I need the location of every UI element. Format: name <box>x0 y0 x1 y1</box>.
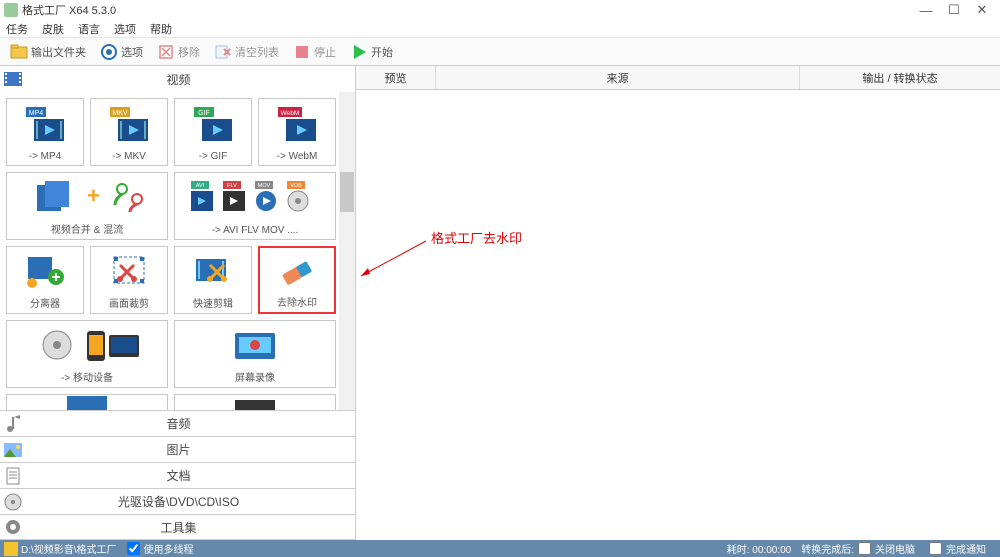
sidebar-scrollbar[interactable] <box>339 92 355 410</box>
mp4-cell[interactable]: MP4 -> MP4 <box>6 98 84 166</box>
clear-list-icon <box>214 43 232 61</box>
category-toolset-header[interactable]: 工具集 <box>0 514 355 540</box>
remove-icon <box>157 43 175 61</box>
menu-skin[interactable]: 皮肤 <box>42 21 64 37</box>
clear-list-button[interactable]: 清空列表 <box>208 41 285 63</box>
svg-text:GIF: GIF <box>198 110 210 117</box>
menu-options[interactable]: 选项 <box>114 21 136 37</box>
notify-label: 完成通知 <box>946 541 986 556</box>
svg-text:MKV: MKV <box>112 110 128 117</box>
status-time: 耗时: 00:00:00 <box>727 541 791 556</box>
status-bar: D:\视频影音\格式工厂 使用多线程 耗时: 00:00:00 转换完成后: 关… <box>0 540 1000 557</box>
close-button[interactable]: ✕ <box>968 2 996 18</box>
options-icon <box>100 43 118 61</box>
toolset-category-icon <box>2 516 24 538</box>
document-category-icon <box>2 465 24 487</box>
options-button[interactable]: 选项 <box>94 41 149 63</box>
stop-icon <box>293 43 311 61</box>
window-title: 格式工厂 X64 5.3.0 <box>22 2 116 18</box>
svg-text:AVI: AVI <box>196 183 205 189</box>
mp4-icon: MP4 <box>7 99 83 151</box>
sidebar: 视频 MP4 -> MP4 MKV -> MKV <box>0 66 356 540</box>
mkv-cell[interactable]: MKV -> MKV <box>90 98 168 166</box>
merge-mix-icon: + <box>7 173 167 221</box>
maximize-button[interactable]: ☐ <box>940 2 968 18</box>
menu-help[interactable]: 帮助 <box>150 21 172 37</box>
start-icon <box>350 43 368 61</box>
category-document-header[interactable]: 文档 <box>0 462 355 488</box>
avi-flv-mov-cell[interactable]: AVI FLV MOV VOB -> AVI FLV MOV .... <box>174 172 336 240</box>
quick-cut-icon <box>175 247 251 295</box>
remove-watermark-cell[interactable]: 去除水印 <box>258 246 336 314</box>
col-preview[interactable]: 预览 <box>356 66 436 89</box>
image-category-icon <box>2 439 24 461</box>
svg-text:MP4: MP4 <box>29 110 44 117</box>
video-category-icon <box>2 68 24 90</box>
eraser-icon <box>260 248 334 294</box>
notify-checkbox[interactable] <box>929 542 942 555</box>
output-folder-button[interactable]: 输出文件夹 <box>4 41 92 63</box>
title-bar: 格式工厂 X64 5.3.0 — ☐ ✕ <box>0 0 1000 20</box>
svg-text:MOV: MOV <box>258 183 271 189</box>
video-grid: MP4 -> MP4 MKV -> MKV GIF -> GIF <box>0 92 355 410</box>
annotation-arrow <box>356 236 436 286</box>
app-icon <box>4 3 18 17</box>
menu-language[interactable]: 语言 <box>78 21 100 37</box>
content-area: 预览 来源 输出 / 转换状态 格式工厂去水印 <box>356 66 1000 540</box>
shutdown-checkbox[interactable] <box>858 542 871 555</box>
disc-category-icon <box>2 491 24 513</box>
crop-cell[interactable]: 画面裁剪 <box>90 246 168 314</box>
gif-icon: GIF <box>175 99 251 151</box>
svg-text:WebM: WebM <box>281 110 300 117</box>
col-source[interactable]: 来源 <box>436 66 800 89</box>
status-path[interactable]: D:\视频影音\格式工厂 <box>21 541 117 556</box>
remove-button[interactable]: 移除 <box>151 41 206 63</box>
svg-text:VOB: VOB <box>290 183 302 189</box>
menu-task[interactable]: 任务 <box>6 21 28 37</box>
multithread-checkbox[interactable] <box>127 542 140 555</box>
after-convert-label: 转换完成后: <box>801 541 854 556</box>
splitter-cell[interactable]: 分离器 <box>6 246 84 314</box>
gif-cell[interactable]: GIF -> GIF <box>174 98 252 166</box>
mobile-cell[interactable]: -> 移动设备 <box>6 320 168 388</box>
audio-category-icon <box>2 413 24 435</box>
category-video-header[interactable]: 视频 <box>0 66 355 92</box>
screen-rec-cell[interactable]: 屏幕录像 <box>174 320 336 388</box>
status-folder-icon <box>4 542 18 556</box>
category-audio-header[interactable]: 音频 <box>0 410 355 436</box>
folder-open-icon <box>10 43 28 61</box>
screen-rec-icon <box>175 321 335 369</box>
svg-text:FLV: FLV <box>227 183 237 189</box>
quick-cut-cell[interactable]: 快速剪辑 <box>174 246 252 314</box>
partial-cell-1[interactable] <box>6 394 168 410</box>
partial-cell-2[interactable] <box>174 394 336 410</box>
col-output-status[interactable]: 输出 / 转换状态 <box>800 66 1000 89</box>
stop-button[interactable]: 停止 <box>287 41 342 63</box>
minimize-button[interactable]: — <box>912 3 940 18</box>
multithread-label: 使用多线程 <box>144 541 194 556</box>
mobile-icon <box>7 321 167 369</box>
mkv-icon: MKV <box>91 99 167 151</box>
shutdown-label: 关闭电脑 <box>875 541 915 556</box>
start-button[interactable]: 开始 <box>344 41 399 63</box>
crop-icon <box>91 247 167 295</box>
menu-bar: 任务 皮肤 语言 选项 帮助 <box>0 20 1000 38</box>
splitter-icon <box>7 247 83 295</box>
svg-text:+: + <box>87 183 100 208</box>
avi-flv-mov-icon: AVI FLV MOV VOB <box>175 173 335 225</box>
webm-cell[interactable]: WebM -> WebM <box>258 98 336 166</box>
column-headers: 预览 来源 输出 / 转换状态 <box>356 66 1000 90</box>
webm-icon: WebM <box>259 99 335 151</box>
category-image-header[interactable]: 图片 <box>0 436 355 462</box>
category-disc-header[interactable]: 光驱设备\DVD\CD\ISO <box>0 488 355 514</box>
toolbar: 输出文件夹 选项 移除 清空列表 停止 开始 <box>0 38 1000 66</box>
merge-mix-cell[interactable]: + 视频合并 & 混流 <box>6 172 168 240</box>
annotation-text: 格式工厂去水印 <box>431 228 522 247</box>
